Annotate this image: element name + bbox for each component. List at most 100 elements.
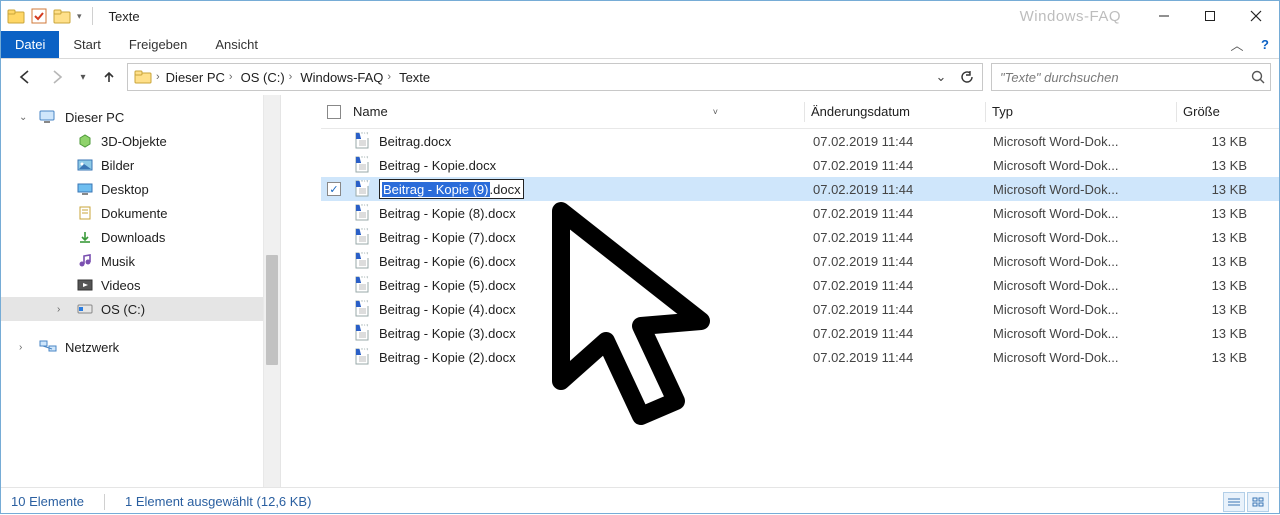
breadcrumb[interactable]: OS (C:)› (239, 68, 295, 87)
folder-icon (77, 206, 93, 220)
breadcrumb-label: Windows-FAQ (300, 70, 383, 85)
search-icon[interactable] (1250, 69, 1266, 85)
file-name: Beitrag - Kopie (7).docx (379, 230, 516, 245)
details-view-button[interactable] (1223, 492, 1245, 512)
chevron-right-icon[interactable]: › (229, 71, 233, 83)
expand-icon[interactable]: › (57, 304, 69, 315)
breadcrumb[interactable]: Dieser PC› (164, 68, 235, 87)
svg-text:W: W (359, 228, 372, 237)
search-box[interactable] (991, 63, 1271, 91)
file-size: 13 KB (1177, 278, 1267, 293)
file-type: Microsoft Word-Dok... (987, 206, 1177, 221)
tree-item[interactable]: Downloads (1, 225, 280, 249)
file-row[interactable]: WBeitrag - Kopie (6).docx 07.02.2019 11:… (321, 249, 1279, 273)
recent-locations-button[interactable]: ▾ (75, 63, 91, 91)
close-button[interactable] (1233, 1, 1279, 31)
tree-item[interactable]: Bilder (1, 153, 280, 177)
file-row[interactable]: WBeitrag - Kopie (5).docx 07.02.2019 11:… (321, 273, 1279, 297)
file-row[interactable]: WBeitrag - Kopie (7).docx 07.02.2019 11:… (321, 225, 1279, 249)
tree-item-this-pc[interactable]: ⌄ Dieser PC (1, 105, 280, 129)
status-selection: 1 Element ausgewählt (12,6 KB) (125, 494, 311, 509)
chevron-right-icon[interactable]: › (289, 71, 293, 83)
tree-item[interactable]: Desktop (1, 177, 280, 201)
minimize-button[interactable] (1141, 1, 1187, 31)
tab-file[interactable]: Datei (1, 31, 59, 58)
column-date[interactable]: Änderungsdatum (805, 104, 985, 119)
file-name: Beitrag - Kopie (2).docx (379, 350, 516, 365)
file-name: Beitrag - Kopie.docx (379, 158, 496, 173)
tree-item[interactable]: Dokumente (1, 201, 280, 225)
folder-icon (77, 134, 93, 148)
tab-view[interactable]: Ansicht (201, 31, 272, 58)
file-row[interactable]: WBeitrag - Kopie (8).docx 07.02.2019 11:… (321, 201, 1279, 225)
folder-icon (77, 182, 93, 196)
select-all-checkbox[interactable] (327, 105, 341, 119)
column-type[interactable]: Typ (986, 104, 1176, 119)
scrollbar[interactable] (263, 95, 280, 487)
tab-share[interactable]: Freigeben (115, 31, 202, 58)
file-size: 13 KB (1177, 182, 1267, 197)
rename-input[interactable]: Beitrag - Kopie (9).docx (379, 179, 524, 199)
breadcrumb[interactable]: Texte (397, 68, 432, 87)
search-input[interactable] (1000, 70, 1250, 85)
svg-text:W: W (359, 276, 372, 285)
scrollbar-thumb[interactable] (266, 255, 278, 365)
up-button[interactable] (95, 63, 123, 91)
word-doc-icon: W (353, 300, 371, 318)
column-name[interactable]: Name˅ (347, 104, 804, 119)
tree-label: Dieser PC (65, 110, 124, 125)
view-switcher (1223, 492, 1269, 512)
file-date: 07.02.2019 11:44 (807, 182, 987, 197)
tree-label: 3D-Objekte (101, 134, 167, 149)
file-type: Microsoft Word-Dok... (987, 230, 1177, 245)
file-row[interactable]: WBeitrag - Kopie (9).docx 07.02.2019 11:… (321, 177, 1279, 201)
tree-item[interactable]: 3D-Objekte (1, 129, 280, 153)
expand-icon[interactable]: › (19, 342, 31, 353)
column-label: Änderungsdatum (811, 104, 910, 119)
folder-icon (77, 158, 93, 172)
file-row[interactable]: WBeitrag.docx 07.02.2019 11:44 Microsoft… (321, 129, 1279, 153)
explorer-icon (7, 8, 25, 24)
file-name: Beitrag - Kopie (4).docx (379, 302, 516, 317)
tree-item[interactable]: Musik (1, 249, 280, 273)
separator (104, 494, 105, 510)
tree-label: Desktop (101, 182, 149, 197)
help-icon[interactable]: ? (1251, 31, 1279, 58)
file-row[interactable]: WBeitrag - Kopie (3).docx 07.02.2019 11:… (321, 321, 1279, 345)
file-row[interactable]: WBeitrag - Kopie (2).docx 07.02.2019 11:… (321, 345, 1279, 369)
file-date: 07.02.2019 11:44 (807, 206, 987, 221)
file-size: 13 KB (1177, 230, 1267, 245)
checkbox-qat-icon[interactable] (31, 8, 47, 24)
column-label: Größe (1183, 104, 1220, 119)
file-name: Beitrag - Kopie (8).docx (379, 206, 516, 221)
chevron-right-icon[interactable]: › (387, 71, 391, 83)
qat-dropdown-icon[interactable]: ▾ (77, 11, 82, 22)
back-button[interactable] (11, 63, 39, 91)
forward-button[interactable] (43, 63, 71, 91)
tab-start[interactable]: Start (59, 31, 114, 58)
tree-item[interactable]: › OS (C:) (1, 297, 280, 321)
refresh-icon[interactable] (954, 65, 980, 89)
row-checkbox[interactable] (327, 182, 341, 196)
file-row[interactable]: WBeitrag - Kopie (4).docx 07.02.2019 11:… (321, 297, 1279, 321)
file-row[interactable]: WBeitrag - Kopie.docx 07.02.2019 11:44 M… (321, 153, 1279, 177)
folder-qat-icon[interactable] (53, 8, 71, 24)
thumbnails-view-button[interactable] (1247, 492, 1269, 512)
column-checkbox[interactable] (321, 105, 347, 119)
word-doc-icon: W (353, 228, 371, 246)
collapse-icon[interactable]: ⌄ (19, 112, 31, 123)
column-label: Name (353, 104, 388, 119)
tree-item[interactable]: Videos (1, 273, 280, 297)
chevron-right-icon[interactable]: › (156, 71, 160, 83)
maximize-button[interactable] (1187, 1, 1233, 31)
breadcrumb[interactable]: Windows-FAQ › (298, 68, 393, 87)
word-doc-icon: W (353, 324, 371, 342)
word-doc-icon: W (353, 132, 371, 150)
address-dropdown-icon[interactable]: ⌄ (928, 65, 954, 89)
column-size[interactable]: Größe (1177, 104, 1267, 119)
address-bar[interactable]: › Dieser PC› OS (C:)› Windows-FAQ › Texte… (127, 63, 983, 91)
ribbon-expand-icon[interactable]: ︿ (1223, 31, 1251, 58)
pc-icon (39, 110, 57, 124)
file-date: 07.02.2019 11:44 (807, 158, 987, 173)
tree-item-network[interactable]: › Netzwerk (1, 335, 280, 359)
